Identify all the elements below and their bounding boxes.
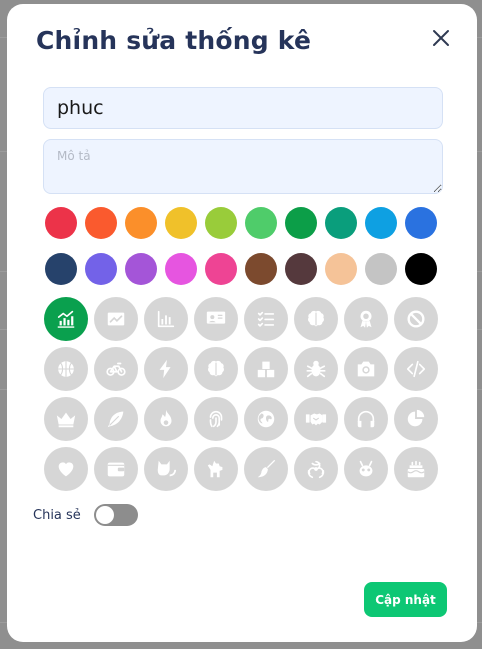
color-swatch[interactable] bbox=[85, 253, 117, 285]
update-button[interactable]: Cập nhật bbox=[364, 582, 447, 617]
close-icon bbox=[433, 30, 449, 46]
heart-icon bbox=[58, 462, 74, 477]
color-swatch[interactable] bbox=[325, 253, 357, 285]
color-swatch[interactable] bbox=[45, 207, 77, 239]
color-swatch[interactable] bbox=[285, 207, 317, 239]
close-button[interactable] bbox=[429, 26, 453, 50]
brain-icon bbox=[308, 310, 324, 327]
dog-icon bbox=[207, 460, 223, 478]
share-toggle[interactable] bbox=[93, 504, 138, 526]
color-swatch[interactable] bbox=[365, 253, 397, 285]
ban-icon bbox=[407, 310, 425, 328]
checklist-icon bbox=[257, 311, 275, 327]
color-swatch[interactable] bbox=[205, 253, 237, 285]
icon-option[interactable] bbox=[194, 347, 238, 391]
biohazard-icon bbox=[307, 460, 325, 479]
color-swatch[interactable] bbox=[165, 207, 197, 239]
name-input[interactable] bbox=[43, 87, 443, 129]
icon-option[interactable] bbox=[244, 297, 288, 341]
color-swatch[interactable] bbox=[325, 207, 357, 239]
icon-option[interactable] bbox=[394, 447, 438, 491]
globe-icon bbox=[257, 410, 275, 428]
share-row: Chia sẻ bbox=[33, 504, 138, 526]
icon-option[interactable] bbox=[44, 397, 88, 441]
icon-option[interactable] bbox=[94, 297, 138, 341]
color-swatch[interactable] bbox=[405, 207, 437, 239]
icon-option[interactable] bbox=[394, 297, 438, 341]
icon-option[interactable] bbox=[144, 297, 188, 341]
pie-chart-icon bbox=[407, 409, 425, 427]
color-swatch[interactable] bbox=[125, 207, 157, 239]
icon-option[interactable] bbox=[144, 447, 188, 491]
crown-icon bbox=[56, 412, 76, 428]
icon-option[interactable] bbox=[344, 347, 388, 391]
description-input[interactable] bbox=[43, 139, 443, 194]
fingerprint-icon bbox=[209, 410, 223, 428]
feather-icon bbox=[107, 411, 124, 428]
color-swatch[interactable] bbox=[125, 253, 157, 285]
icon-option[interactable] bbox=[44, 347, 88, 391]
cat-icon bbox=[157, 460, 177, 477]
icon-option[interactable] bbox=[344, 297, 388, 341]
icon-option[interactable] bbox=[194, 397, 238, 441]
color-swatch[interactable] bbox=[85, 207, 117, 239]
icon-option[interactable] bbox=[344, 397, 388, 441]
color-swatch[interactable] bbox=[45, 253, 77, 285]
headphones-icon bbox=[357, 410, 375, 428]
icon-option[interactable] bbox=[94, 397, 138, 441]
color-swatch[interactable] bbox=[205, 207, 237, 239]
basketball-icon bbox=[58, 361, 74, 377]
broom-icon bbox=[257, 459, 276, 478]
icon-option[interactable] bbox=[294, 397, 338, 441]
toggle-knob bbox=[95, 506, 114, 524]
color-swatch[interactable] bbox=[365, 207, 397, 239]
cake-icon bbox=[407, 460, 425, 478]
bug-icon bbox=[306, 360, 326, 378]
icon-option[interactable] bbox=[394, 347, 438, 391]
presentation-icon bbox=[206, 311, 226, 324]
color-swatch[interactable] bbox=[285, 253, 317, 285]
share-label: Chia sẻ bbox=[33, 507, 81, 523]
bar-chart-icon bbox=[157, 310, 175, 328]
icon-option[interactable] bbox=[244, 447, 288, 491]
fire-icon bbox=[160, 409, 172, 427]
color-swatch[interactable] bbox=[245, 207, 277, 239]
icon-option[interactable] bbox=[144, 347, 188, 391]
bicycle-icon bbox=[106, 362, 126, 376]
icon-option[interactable] bbox=[294, 447, 338, 491]
bar-chart-trend-icon bbox=[57, 310, 75, 328]
modal-title: Chỉnh sửa thống kê bbox=[36, 26, 312, 55]
icon-option[interactable] bbox=[244, 347, 288, 391]
wallet-icon bbox=[107, 462, 125, 477]
brain-icon bbox=[208, 360, 224, 377]
icon-option[interactable] bbox=[244, 397, 288, 441]
color-swatch[interactable] bbox=[405, 253, 437, 285]
icon-option[interactable] bbox=[394, 397, 438, 441]
icon-option[interactable] bbox=[344, 447, 388, 491]
icon-option[interactable] bbox=[44, 297, 88, 341]
award-icon bbox=[360, 310, 372, 328]
code-icon bbox=[406, 360, 426, 378]
icon-option[interactable] bbox=[94, 447, 138, 491]
icon-option[interactable] bbox=[194, 297, 238, 341]
lightning-icon bbox=[159, 359, 171, 379]
icon-option[interactable] bbox=[94, 347, 138, 391]
alien-icon bbox=[359, 460, 373, 477]
boxes-icon bbox=[257, 361, 275, 378]
color-swatch[interactable] bbox=[165, 253, 197, 285]
color-swatch[interactable] bbox=[245, 253, 277, 285]
line-chart-icon bbox=[107, 312, 125, 326]
icon-option[interactable] bbox=[294, 347, 338, 391]
handshake-icon bbox=[305, 413, 327, 426]
color-row-2 bbox=[45, 253, 437, 285]
icon-option[interactable] bbox=[44, 447, 88, 491]
camera-icon bbox=[357, 361, 375, 377]
color-row-1 bbox=[45, 207, 437, 239]
icon-option[interactable] bbox=[294, 297, 338, 341]
icon-option[interactable] bbox=[144, 397, 188, 441]
edit-statistic-modal: Chỉnh sửa thống kê Chia sẻ Cập nhật bbox=[7, 4, 477, 642]
icon-grid bbox=[44, 297, 438, 491]
icon-option[interactable] bbox=[194, 447, 238, 491]
